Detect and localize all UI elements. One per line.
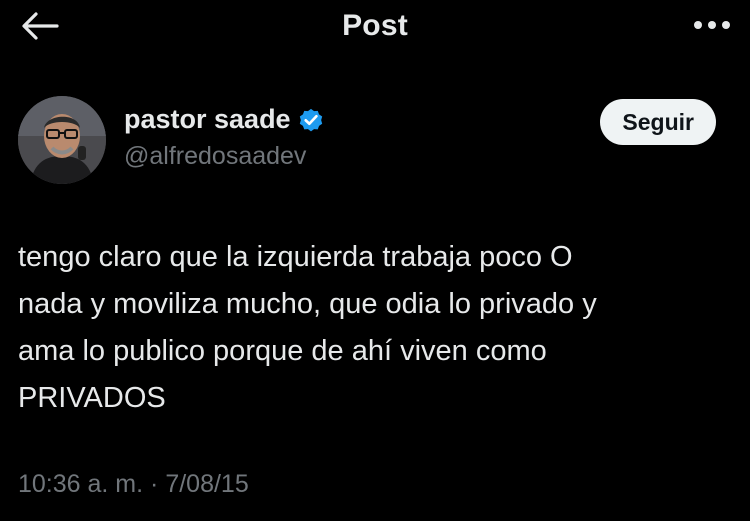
post-date[interactable]: 7/08/15 (165, 470, 248, 498)
follow-button[interactable]: Seguir (600, 99, 716, 145)
post-text: tengo claro que la izquierda trabaja poc… (18, 241, 597, 414)
more-options-button[interactable] (690, 10, 734, 40)
name-row: pastor saade (124, 104, 325, 135)
avatar-image (18, 96, 106, 184)
post-time[interactable]: 10:36 a. m. (18, 470, 143, 498)
verified-badge-icon (299, 108, 322, 131)
post-timestamp: 10:36 a. m. · 7/08/15 (18, 470, 249, 499)
page-title: Post (342, 9, 408, 42)
meta-separator: · (150, 470, 159, 498)
author-display-name[interactable]: pastor saade (124, 104, 291, 135)
avatar[interactable] (18, 96, 106, 184)
more-horizontal-icon (694, 21, 730, 29)
top-bar: Post (0, 0, 750, 60)
post-author: pastor saade @alfredosaadev Seguir (18, 96, 732, 186)
author-handle[interactable]: @alfredosaadev (124, 142, 306, 171)
